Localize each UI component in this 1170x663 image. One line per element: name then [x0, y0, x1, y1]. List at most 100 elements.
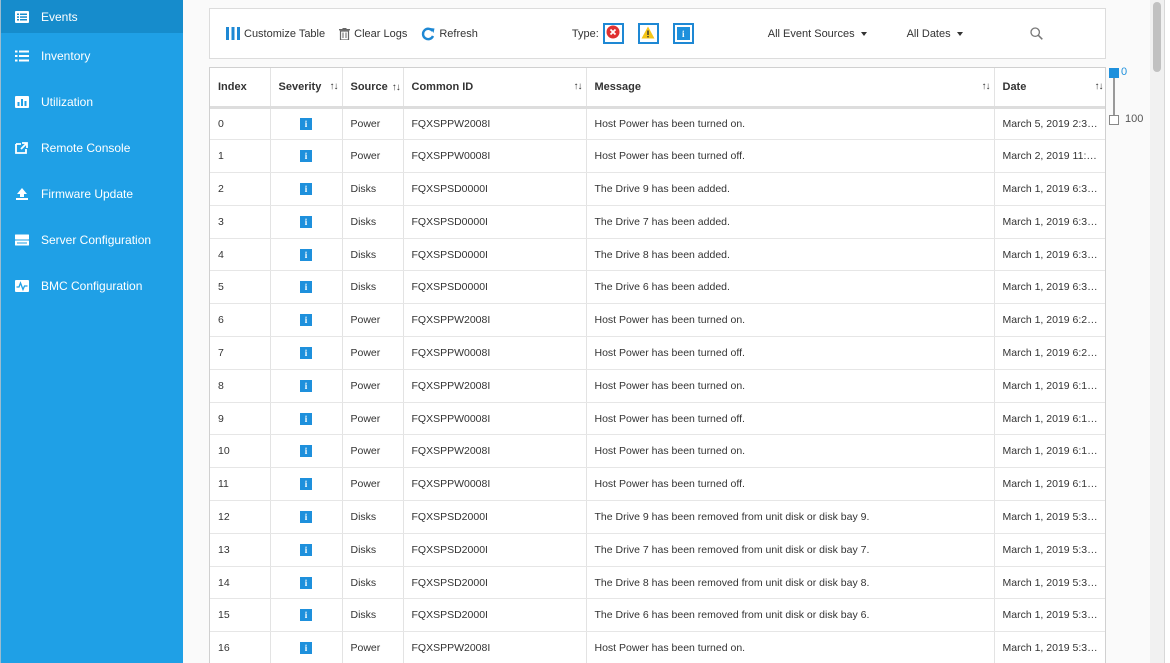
- type-filter-warning[interactable]: [637, 23, 659, 44]
- slider-handle-bottom[interactable]: [1109, 115, 1119, 125]
- events-table: Index Severity ↑↓ Source ↑↓ Common ID ↑↓ Me…: [210, 68, 1105, 663]
- sort-icon[interactable]: ↑↓: [1095, 81, 1104, 92]
- table-row[interactable]: 2 i Disks FQXSPSD0000I The Drive 9 has b…: [210, 172, 1105, 206]
- dates-dropdown[interactable]: All Dates: [907, 28, 963, 40]
- info-icon: i: [300, 642, 312, 655]
- info-icon: i: [300, 215, 312, 228]
- table-row[interactable]: 7 i Power FQXSPPW0008I Host Power has be…: [210, 336, 1105, 370]
- info-icon: i: [300, 117, 312, 130]
- server-icon: [15, 234, 29, 246]
- cell-index: 0: [210, 107, 271, 141]
- cell-date: March 1, 2019 6:30:...: [994, 238, 1105, 272]
- cell-severity: i: [270, 598, 343, 633]
- sidebar-item-events[interactable]: Events: [1, 0, 183, 33]
- cell-source: Disks: [342, 500, 404, 534]
- caret-down-icon: [956, 32, 963, 36]
- table-row[interactable]: 13 i Disks FQXSPSD2000I The Drive 7 has …: [210, 533, 1105, 567]
- scrollbar-track[interactable]: [1150, 0, 1164, 663]
- column-header-severity[interactable]: Severity ↑↓: [270, 68, 343, 109]
- table-row[interactable]: 11 i Power FQXSPPW0008I Host Power has b…: [210, 467, 1105, 502]
- table-row[interactable]: 15 i Disks FQXSPSD2000I The Drive 6 has …: [210, 598, 1105, 633]
- cell-date: March 1, 2019 6:12:...: [994, 467, 1105, 502]
- cell-index: 15: [210, 598, 271, 633]
- column-header-message[interactable]: Message ↑↓: [586, 68, 995, 109]
- event-sources-dropdown[interactable]: All Event Sources: [768, 28, 867, 40]
- refresh-button[interactable]: Refresh: [421, 27, 478, 41]
- sidebar-item-server-configuration[interactable]: Server Configuration: [1, 217, 183, 263]
- table-row[interactable]: 0 i Power FQXSPPW2008I Host Power has be…: [210, 107, 1105, 141]
- table-row[interactable]: 4 i Disks FQXSPSD0000I The Drive 8 has b…: [210, 238, 1105, 272]
- column-header-common-id[interactable]: Common ID ↑↓: [403, 68, 587, 109]
- cell-source: Disks: [342, 270, 404, 305]
- cell-date: March 1, 2019 5:37:...: [994, 631, 1105, 663]
- cell-severity: i: [270, 467, 343, 502]
- table-row[interactable]: 6 i Power FQXSPPW2008I Host Power has be…: [210, 303, 1105, 338]
- cell-severity: i: [270, 533, 343, 567]
- cell-index: 13: [210, 533, 271, 567]
- sidebar-item-label: Utilization: [41, 95, 94, 109]
- sort-icon[interactable]: ↑↓: [392, 82, 401, 93]
- cell-source: Power: [342, 467, 404, 502]
- sidebar-item-label: Firmware Update: [41, 187, 134, 201]
- cell-index: 4: [210, 238, 271, 272]
- sidebar-item-label: BMC Configuration: [41, 279, 143, 293]
- cell-common-id: FQXSPSD0000I: [403, 238, 587, 272]
- sort-icon[interactable]: ↑↓: [330, 81, 339, 92]
- refresh-icon: [421, 27, 435, 41]
- table-row[interactable]: 14 i Disks FQXSPSD2000I The Drive 8 has …: [210, 566, 1105, 600]
- cell-date: March 1, 2019 6:30:...: [994, 270, 1105, 305]
- page-size-slider[interactable]: 0 100: [1109, 66, 1149, 128]
- type-filter-info[interactable]: i: [672, 23, 694, 44]
- cell-severity: i: [270, 500, 343, 534]
- table-row[interactable]: 12 i Disks FQXSPSD2000I The Drive 9 has …: [210, 500, 1105, 534]
- table-row[interactable]: 5 i Disks FQXSPSD0000I The Drive 6 has b…: [210, 270, 1105, 305]
- customize-table-button[interactable]: Customize Table: [226, 27, 325, 40]
- cell-index: 1: [210, 139, 271, 174]
- table-row[interactable]: 10 i Power FQXSPPW2008I Host Power has b…: [210, 434, 1105, 469]
- sidebar-item-utilization[interactable]: Utilization: [1, 79, 183, 125]
- clear-logs-button[interactable]: Clear Logs: [339, 27, 407, 40]
- cell-date: March 1, 2019 5:37:...: [994, 500, 1105, 534]
- cell-source: Disks: [342, 238, 404, 272]
- table-row[interactable]: 16 i Power FQXSPPW2008I Host Power has b…: [210, 631, 1105, 663]
- cell-index: 8: [210, 369, 271, 403]
- scrollbar-thumb[interactable]: [1153, 2, 1161, 72]
- cell-source: Disks: [342, 205, 404, 239]
- cell-common-id: FQXSPPW0008I: [403, 467, 587, 502]
- cell-common-id: FQXSPPW2008I: [403, 434, 587, 469]
- type-filter-error[interactable]: [602, 23, 624, 44]
- cell-message: Host Power has been turned on.: [586, 107, 995, 141]
- cell-source: Power: [342, 139, 404, 174]
- info-icon: i: [300, 445, 312, 458]
- sidebar-item-firmware-update[interactable]: Firmware Update: [1, 171, 183, 217]
- cell-date: March 1, 2019 5:37:...: [994, 533, 1105, 567]
- slider-handle-top[interactable]: [1109, 68, 1119, 78]
- events-icon: [15, 10, 29, 23]
- window-edge: [1164, 0, 1170, 663]
- cell-common-id: FQXSPSD2000I: [403, 500, 587, 534]
- sidebar-item-remote-console[interactable]: Remote Console: [1, 125, 183, 171]
- cell-source: Power: [342, 402, 404, 436]
- table-row[interactable]: 1 i Power FQXSPPW0008I Host Power has be…: [210, 139, 1105, 174]
- cell-index: 14: [210, 566, 271, 600]
- cell-severity: i: [270, 369, 343, 403]
- table-row[interactable]: 8 i Power FQXSPPW2008I Host Power has be…: [210, 369, 1105, 403]
- slider-label-bottom: 100: [1125, 113, 1144, 125]
- cell-severity: i: [270, 566, 343, 600]
- slider-track: [1113, 78, 1115, 116]
- cell-message: Host Power has been turned off.: [586, 139, 995, 174]
- table-row[interactable]: 9 i Power FQXSPPW0008I Host Power has be…: [210, 402, 1105, 436]
- cell-message: The Drive 6 has been added.: [586, 270, 995, 305]
- info-icon: i: [300, 182, 312, 195]
- search-icon[interactable]: [1029, 27, 1043, 40]
- table-row[interactable]: 3 i Disks FQXSPSD0000I The Drive 7 has b…: [210, 205, 1105, 239]
- sidebar-item-bmc-configuration[interactable]: BMC Configuration: [1, 263, 183, 309]
- sort-icon[interactable]: ↑↓: [574, 81, 583, 92]
- column-header-date[interactable]: Date ↑↓: [994, 68, 1105, 109]
- column-header-index[interactable]: Index: [210, 68, 271, 109]
- sidebar-item-inventory[interactable]: Inventory: [1, 33, 183, 79]
- cell-common-id: FQXSPSD2000I: [403, 533, 587, 567]
- column-header-source[interactable]: Source ↑↓: [342, 68, 404, 109]
- cell-common-id: FQXSPSD2000I: [403, 598, 587, 633]
- sort-icon[interactable]: ↑↓: [982, 81, 991, 92]
